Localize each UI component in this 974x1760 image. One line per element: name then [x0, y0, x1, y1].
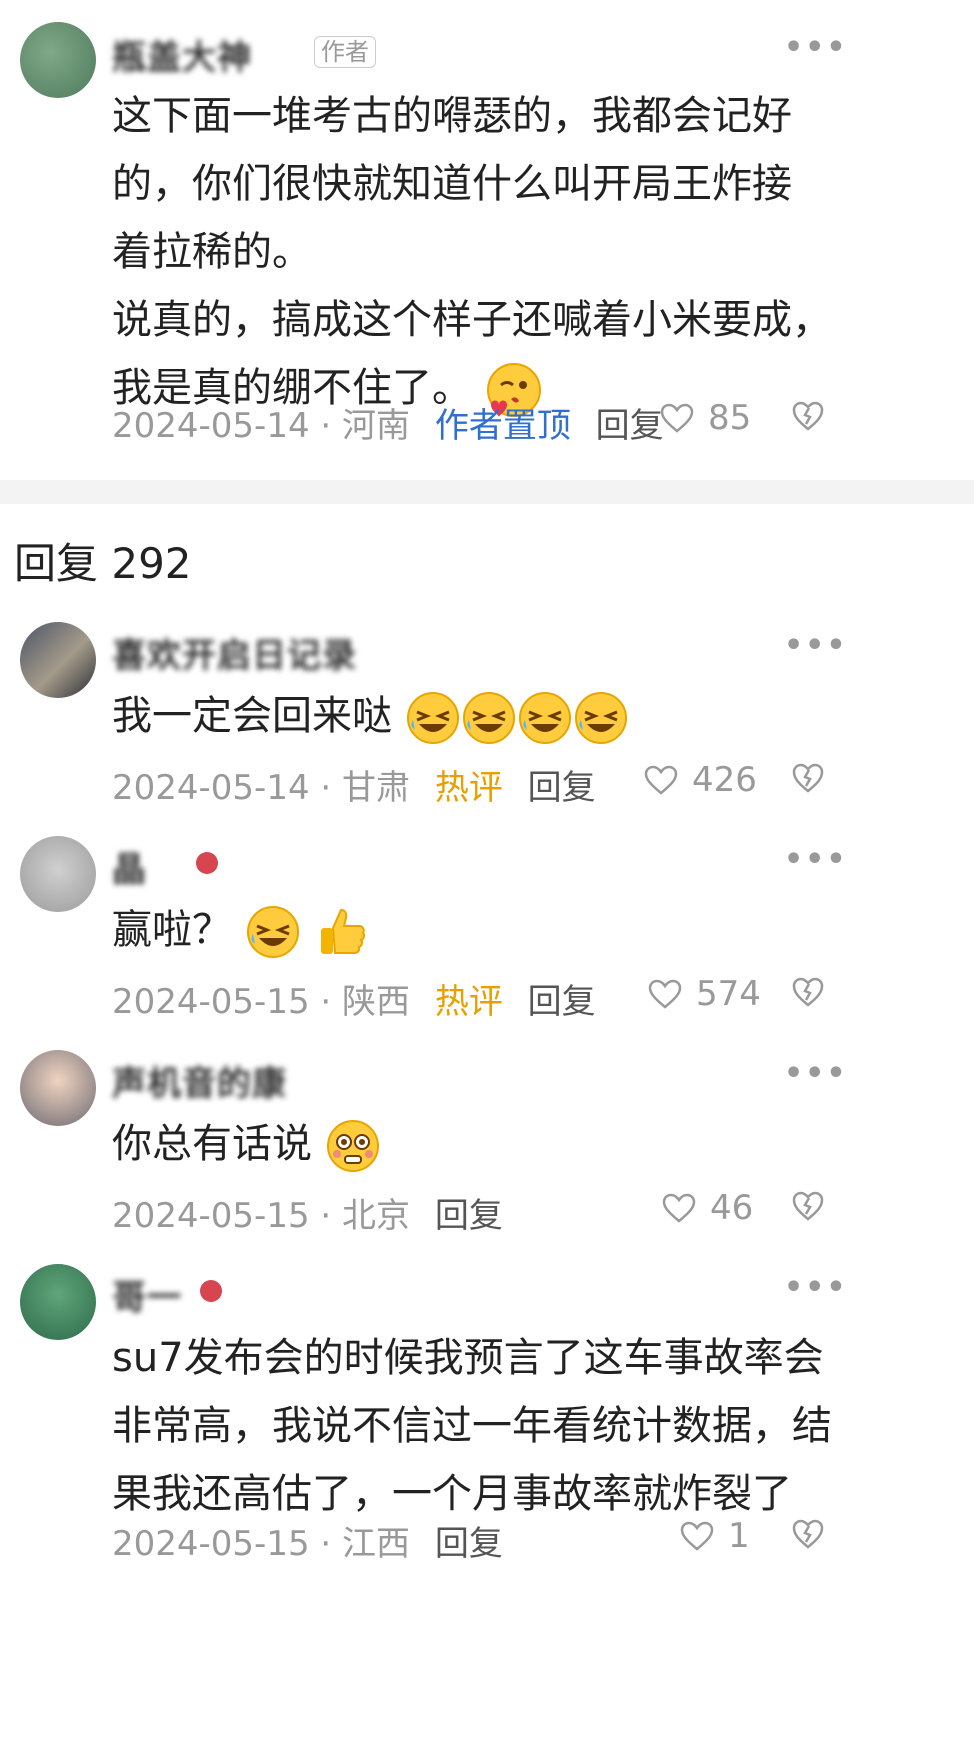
hot-comment-label: 热评 [434, 982, 503, 1022]
comment-location: · 河南 [320, 406, 411, 446]
comment-meta: 2024-05-15 · 陕西 热评 回复 [112, 974, 596, 1023]
heart-icon [648, 979, 682, 1009]
comment-location: · 北京 [320, 1196, 411, 1236]
like-count: 1 [728, 1516, 750, 1556]
commenter-name[interactable]: 喜欢开启日记录 [112, 628, 357, 677]
dislike-heart-icon[interactable] [792, 1518, 824, 1550]
reply-button[interactable]: 回复 [596, 406, 664, 446]
comment-meta: 2024-05-15 · 江西 回复 [112, 1516, 503, 1565]
like-button[interactable]: 46 [662, 1188, 753, 1228]
pinned-label: 作者置顶 [434, 406, 571, 446]
like-count: 85 [708, 398, 752, 438]
like-count: 46 [710, 1188, 754, 1228]
comment-line: 这下面一堆考古的嘚瑟的，我都会记好 [112, 93, 792, 139]
heart-icon [644, 765, 678, 795]
comment-line: 着拉稀的。 [112, 229, 312, 275]
dislike-heart-icon[interactable] [792, 762, 824, 794]
rofl-emoji [518, 692, 571, 744]
dislike-heart-icon[interactable] [792, 1190, 824, 1222]
replies-header: 回复 292 [14, 539, 192, 588]
like-button[interactable]: 574 [648, 974, 761, 1014]
comment-date: 2024-05-15 [112, 982, 310, 1022]
rofl-emoji [406, 692, 459, 744]
more-options-icon[interactable]: ••• [784, 1056, 848, 1091]
comment-date: 2024-05-15 [112, 1196, 310, 1236]
comment-line: su7发布会的时候我预言了这车事故率会 [112, 1335, 824, 1381]
like-button[interactable]: 85 [660, 398, 751, 438]
hot-comment-label: 热评 [434, 768, 503, 808]
comment-location: · 甘肃 [320, 768, 411, 808]
dislike-heart-icon[interactable] [792, 976, 824, 1008]
comment-text: 你总有话说 [112, 1121, 312, 1167]
comment-location: · 陕西 [320, 982, 411, 1022]
avatar[interactable] [20, 1050, 96, 1126]
comment-line: 的，你们很快就知道什么叫开局王炸接 [112, 161, 792, 207]
heart-icon [680, 1521, 714, 1551]
avatar[interactable] [20, 1264, 96, 1340]
flushed-emoji [326, 1120, 379, 1172]
author-badge: 作者 [314, 36, 376, 68]
more-options-icon[interactable]: ••• [784, 628, 848, 663]
commenter-name[interactable]: 瓶盖大神 [112, 30, 252, 79]
avatar[interactable] [20, 622, 96, 698]
comment-line: 说真的，搞成这个样子还喊着小米要成， [112, 297, 832, 343]
avatar[interactable] [20, 836, 96, 912]
verified-badge-icon [196, 852, 218, 874]
commenter-name[interactable]: 声机音的康 [112, 1056, 287, 1105]
rofl-emoji [246, 906, 299, 958]
more-options-icon[interactable]: ••• [784, 1270, 848, 1305]
section-divider [0, 480, 974, 504]
comment-content: 这下面一堆考古的嘚瑟的，我都会记好 的，你们很快就知道什么叫开局王炸接 着拉稀的… [112, 82, 932, 422]
like-button[interactable]: 1 [680, 1516, 750, 1556]
comment-meta: 2024-05-14 · 河南 作者置顶 回复 [112, 398, 664, 447]
comment-line: 非常高，我说不信过一年看统计数据，结 [112, 1403, 832, 1449]
reply-button[interactable]: 回复 [528, 982, 596, 1022]
comment-meta: 2024-05-14 · 甘肃 热评 回复 [112, 760, 596, 809]
commenter-name[interactable]: 晶 [112, 842, 147, 891]
comment-location: · 江西 [320, 1524, 411, 1564]
reply-button[interactable]: 回复 [435, 1524, 503, 1564]
comment-content: 你总有话说 [112, 1110, 381, 1178]
more-options-icon[interactable]: ••• [784, 30, 848, 65]
comment-text: 我一定会回来哒 [112, 693, 392, 739]
more-options-icon[interactable]: ••• [784, 842, 848, 877]
avatar[interactable] [20, 22, 96, 98]
comment-date: 2024-05-15 [112, 1524, 310, 1564]
comment-content: 赢啦？ [112, 896, 369, 964]
like-button[interactable]: 426 [644, 760, 757, 800]
comment-meta: 2024-05-15 · 北京 回复 [112, 1188, 503, 1237]
heart-icon [662, 1193, 696, 1223]
like-count: 426 [692, 760, 757, 800]
thumbs-up-emoji [321, 908, 366, 954]
comment-date: 2024-05-14 [112, 768, 310, 808]
rofl-emoji [462, 692, 515, 744]
heart-icon [660, 403, 694, 433]
comment-date: 2024-05-14 [112, 406, 310, 446]
verified-badge-icon [200, 1280, 222, 1302]
comment-content: su7发布会的时候我预言了这车事故率会 非常高，我说不信过一年看统计数据，结 果… [112, 1324, 952, 1528]
commenter-name[interactable]: 哥一 [112, 1270, 182, 1319]
dislike-heart-icon[interactable] [792, 400, 824, 432]
rofl-emoji [574, 692, 627, 744]
reply-button[interactable]: 回复 [528, 768, 596, 808]
comment-text: 赢啦？ [112, 907, 232, 953]
comment-content: 我一定会回来哒 [112, 682, 629, 750]
like-count: 574 [696, 974, 761, 1014]
reply-button[interactable]: 回复 [435, 1196, 503, 1236]
